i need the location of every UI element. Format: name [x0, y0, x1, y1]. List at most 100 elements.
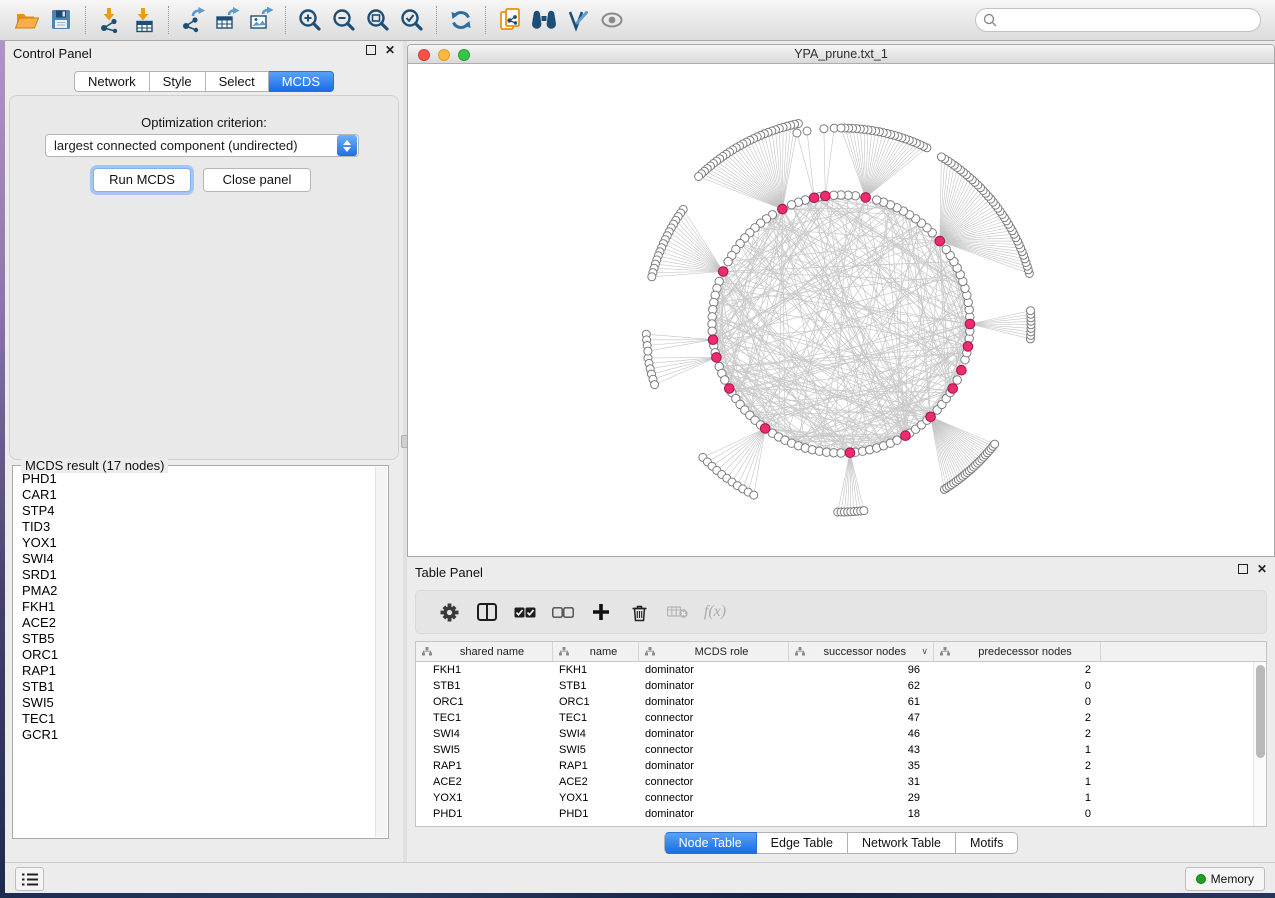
- column-header-shared-name[interactable]: shared name: [416, 642, 553, 661]
- cell: 0: [934, 808, 1101, 820]
- table-row[interactable]: ORC1ORC1dominator610: [416, 694, 1253, 710]
- list-item[interactable]: RAP1: [22, 663, 374, 679]
- clone-network-icon[interactable]: [493, 3, 527, 37]
- zoom-window-button[interactable]: [458, 49, 470, 61]
- tab-style[interactable]: Style: [150, 71, 206, 92]
- toolbar-separator: [85, 6, 86, 34]
- split-panel-icon[interactable]: [468, 603, 506, 621]
- tab-mcds[interactable]: MCDS: [269, 71, 334, 92]
- import-network-icon[interactable]: [93, 3, 127, 37]
- table-scrollbar[interactable]: [1253, 662, 1266, 826]
- close-icon[interactable]: ✕: [385, 45, 395, 55]
- zoom-in-icon[interactable]: [293, 3, 327, 37]
- settings-gear-icon[interactable]: [430, 603, 468, 622]
- select-all-icon[interactable]: [506, 607, 544, 618]
- network-graph[interactable]: [408, 64, 1275, 557]
- list-icon: [22, 873, 38, 886]
- close-icon[interactable]: ✕: [1257, 564, 1267, 574]
- function-builder-icon-disabled: f(x): [696, 603, 734, 621]
- mcds-list-scrollbar[interactable]: [375, 467, 387, 837]
- task-history-button[interactable]: [15, 867, 44, 891]
- table-row[interactable]: TEC1TEC1connector472: [416, 710, 1253, 726]
- cell: dominator: [639, 728, 789, 740]
- export-image-icon[interactable]: [244, 3, 278, 37]
- delete-row-icon[interactable]: [620, 603, 658, 622]
- float-window-icon[interactable]: [366, 45, 376, 55]
- toolbar-separator: [168, 6, 169, 34]
- toolbar-separator: [285, 6, 286, 34]
- control-panel-header: Control Panel ✕: [5, 41, 403, 65]
- list-item[interactable]: GCR1: [22, 727, 374, 743]
- table-scrollbar-thumb[interactable]: [1256, 665, 1265, 758]
- export-network-icon[interactable]: [176, 3, 210, 37]
- list-item[interactable]: PHD1: [22, 471, 374, 487]
- table-row[interactable]: SWI4SWI4dominator462: [416, 726, 1253, 742]
- float-window-icon[interactable]: [1238, 564, 1248, 574]
- select-value: largest connected component (undirected): [46, 138, 337, 153]
- table-row[interactable]: RAP1RAP1dominator352: [416, 758, 1253, 774]
- cell: connector: [639, 744, 789, 756]
- optimization-criterion-select[interactable]: largest connected component (undirected): [45, 134, 359, 157]
- search-icon: [983, 13, 997, 27]
- cell: 18: [789, 808, 934, 820]
- save-icon[interactable]: [44, 3, 78, 37]
- zoom-fit-icon[interactable]: [361, 3, 395, 37]
- list-item[interactable]: PMA2: [22, 583, 374, 599]
- column-header-predecessor-nodes[interactable]: predecessor nodes: [934, 642, 1101, 661]
- tab-node-table[interactable]: Node Table: [664, 832, 757, 854]
- tab-network-table[interactable]: Network Table: [848, 832, 956, 854]
- export-table-icon[interactable]: [210, 3, 244, 37]
- zoom-out-icon[interactable]: [327, 3, 361, 37]
- list-item[interactable]: SRD1: [22, 567, 374, 583]
- close-window-button[interactable]: [418, 49, 430, 61]
- list-item[interactable]: ORC1: [22, 647, 374, 663]
- add-row-icon[interactable]: [582, 603, 620, 621]
- binoculars-search-icon[interactable]: [527, 3, 561, 37]
- annotation-icon[interactable]: [561, 3, 595, 37]
- network-window-titlebar[interactable]: YPA_prune.txt_1: [408, 45, 1274, 64]
- control-panel-title: Control Panel: [13, 46, 92, 61]
- import-table-icon[interactable]: [127, 3, 161, 37]
- cell: 96: [789, 664, 934, 676]
- table-row[interactable]: SWI5SWI5connector431: [416, 742, 1253, 758]
- list-item[interactable]: TEC1: [22, 711, 374, 727]
- list-item[interactable]: YOX1: [22, 535, 374, 551]
- tab-select[interactable]: Select: [206, 71, 269, 92]
- column-header-name[interactable]: name: [553, 642, 639, 661]
- open-folder-icon[interactable]: [10, 3, 44, 37]
- list-item[interactable]: CAR1: [22, 487, 374, 503]
- eye-icon[interactable]: [595, 3, 629, 37]
- cell: 1: [934, 776, 1101, 788]
- list-item[interactable]: FKH1: [22, 599, 374, 615]
- table-panel: Table Panel ✕: [407, 560, 1275, 862]
- close-panel-button[interactable]: Close panel: [203, 168, 311, 192]
- search-input[interactable]: [975, 8, 1261, 32]
- list-item[interactable]: STP4: [22, 503, 374, 519]
- list-item[interactable]: TID3: [22, 519, 374, 535]
- list-item[interactable]: STB5: [22, 631, 374, 647]
- table-row[interactable]: ACE2ACE2connector311: [416, 774, 1253, 790]
- tab-network[interactable]: Network: [74, 71, 150, 92]
- minimize-window-button[interactable]: [438, 49, 450, 61]
- table-row[interactable]: YOX1YOX1connector291: [416, 790, 1253, 806]
- cell: SWI4: [553, 728, 639, 740]
- list-item[interactable]: STB1: [22, 679, 374, 695]
- column-header-mcds-role[interactable]: MCDS role: [639, 642, 789, 661]
- tab-motifs[interactable]: Motifs: [956, 832, 1018, 854]
- tab-edge-table[interactable]: Edge Table: [757, 832, 848, 854]
- deselect-all-icon[interactable]: [544, 607, 582, 618]
- list-item[interactable]: SWI4: [22, 551, 374, 567]
- zoom-selected-icon[interactable]: [395, 3, 429, 37]
- table-row[interactable]: PHD1PHD1dominator180: [416, 806, 1253, 822]
- list-item[interactable]: ACE2: [22, 615, 374, 631]
- refresh-icon[interactable]: [444, 3, 478, 37]
- table-toolbar: f(x): [415, 590, 1267, 634]
- column-header-successor-nodes[interactable]: successor nodes∨: [789, 642, 934, 661]
- table-row[interactable]: STB1STB1dominator620: [416, 678, 1253, 694]
- cell: dominator: [639, 696, 789, 708]
- list-item[interactable]: SWI5: [22, 695, 374, 711]
- status-bar: Memory: [5, 862, 1275, 893]
- table-row[interactable]: FKH1FKH1dominator962: [416, 662, 1253, 678]
- memory-button[interactable]: Memory: [1185, 867, 1265, 891]
- run-mcds-button[interactable]: Run MCDS: [93, 168, 191, 192]
